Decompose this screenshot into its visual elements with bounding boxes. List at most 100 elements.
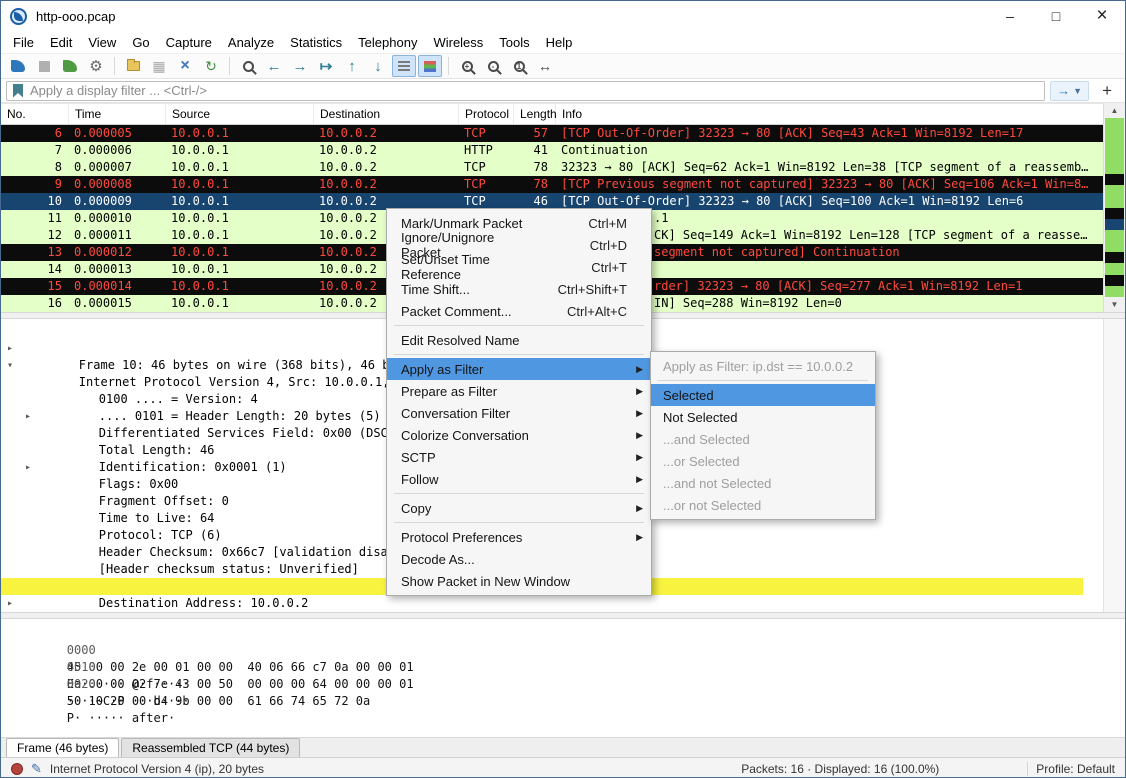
submenu-item-selected[interactable]: Selected bbox=[651, 384, 875, 406]
menu-item-apply-as-filter[interactable]: Apply as Filter ▶ bbox=[387, 358, 651, 380]
start-capture-icon[interactable] bbox=[6, 55, 30, 77]
find-packet-icon[interactable] bbox=[236, 55, 260, 77]
pane-splitter[interactable] bbox=[1, 612, 1125, 619]
submenu-item-or-not-selected[interactable]: ...or not Selected bbox=[651, 494, 875, 516]
minimap-stripe bbox=[1105, 275, 1124, 286]
menubar-item[interactable]: Go bbox=[124, 33, 157, 52]
packet-row[interactable]: 7 0.000006 10.0.0.1 10.0.0.2 HTTP 41 Con… bbox=[1, 142, 1105, 159]
menu-item-sctp[interactable]: SCTP ▶ bbox=[387, 446, 651, 468]
menubar-item[interactable]: View bbox=[80, 33, 124, 52]
column-header[interactable]: Destination bbox=[314, 104, 459, 124]
display-filter-input[interactable]: Apply a display filter ... <Ctrl-/> bbox=[6, 81, 1045, 101]
filter-bookmark-icon[interactable] bbox=[13, 84, 23, 98]
column-header[interactable]: Source bbox=[166, 104, 314, 124]
cell-time: 0.000015 bbox=[69, 295, 166, 312]
submenu-item-and-selected[interactable]: ...and Selected bbox=[651, 428, 875, 450]
minimize-button[interactable]: – bbox=[987, 1, 1033, 31]
column-header[interactable]: No. bbox=[1, 104, 69, 124]
menu-item-conversation-filter[interactable]: Conversation Filter ▶ bbox=[387, 402, 651, 424]
go-to-packet-icon[interactable]: ↦ bbox=[314, 55, 338, 77]
cell-no: 13 bbox=[1, 244, 69, 261]
menubar-item[interactable]: Help bbox=[538, 33, 581, 52]
auto-scroll-icon[interactable] bbox=[392, 55, 416, 77]
packet-row[interactable]: 8 0.000007 10.0.0.1 10.0.0.2 TCP 78 3232… bbox=[1, 159, 1105, 176]
tab-reassembled-tcp[interactable]: Reassembled TCP (44 bytes) bbox=[121, 738, 300, 757]
menu-item-show-packet-in-new-window[interactable]: Show Packet in New Window bbox=[387, 570, 651, 592]
menu-item-decode-as[interactable]: Decode As... bbox=[387, 548, 651, 570]
cell-time: 0.000008 bbox=[69, 176, 166, 193]
filter-apply-button[interactable]: → ▼ bbox=[1050, 81, 1089, 101]
menubar-item[interactable]: Edit bbox=[42, 33, 80, 52]
packet-row[interactable]: 6 0.000005 10.0.0.1 10.0.0.2 TCP 57 [TCP… bbox=[1, 125, 1105, 142]
column-header[interactable]: Protocol bbox=[459, 104, 514, 124]
filter-bar: Apply a display filter ... <Ctrl-/> → ▼ … bbox=[1, 79, 1125, 103]
tab-frame[interactable]: Frame (46 bytes) bbox=[6, 738, 119, 757]
go-forward-icon[interactable]: → bbox=[288, 55, 312, 77]
close-file-icon[interactable]: × bbox=[173, 55, 197, 77]
menubar-item[interactable]: Analyze bbox=[220, 33, 282, 52]
reload-file-icon[interactable]: ↻ bbox=[199, 55, 223, 77]
stop-capture-icon[interactable] bbox=[32, 55, 56, 77]
menubar-item[interactable]: Statistics bbox=[282, 33, 350, 52]
capture-options-icon[interactable]: ⚙ bbox=[84, 55, 108, 77]
menubar-item[interactable]: Wireless bbox=[425, 33, 491, 52]
menu-item-protocol-preferences[interactable]: Protocol Preferences ▶ bbox=[387, 526, 651, 548]
go-last-packet-icon[interactable]: ↓ bbox=[366, 55, 390, 77]
menu-item-copy[interactable]: Copy ▶ bbox=[387, 497, 651, 519]
menu-item-time-shift[interactable]: Time Shift... Ctrl+Shift+T bbox=[387, 278, 651, 300]
cell-info: [TCP Out-Of-Order] 32323 → 80 [ACK] Seq=… bbox=[556, 125, 1105, 142]
menu-item-set-unset-time-reference[interactable]: Set/Unset Time Reference Ctrl+T bbox=[387, 256, 651, 278]
wireshark-app-icon bbox=[10, 8, 27, 25]
menu-item-follow[interactable]: Follow ▶ bbox=[387, 468, 651, 490]
intelligent-scrollbar-minimap[interactable] bbox=[1105, 118, 1124, 297]
add-filter-button-icon[interactable]: + bbox=[1094, 81, 1120, 101]
scroll-down-icon[interactable]: ▼ bbox=[1104, 297, 1125, 312]
menubar-item[interactable]: Tools bbox=[491, 33, 537, 52]
cell-protocol: HTTP bbox=[459, 142, 514, 159]
open-file-icon[interactable] bbox=[121, 55, 145, 77]
save-file-icon[interactable]: ▦ bbox=[147, 55, 171, 77]
resize-columns-icon[interactable]: ↔ bbox=[533, 55, 557, 77]
menubar-item[interactable]: Capture bbox=[158, 33, 220, 52]
packet-list-scrollbar[interactable]: ▲ ▼ bbox=[1103, 103, 1125, 312]
minimap-stripe bbox=[1105, 263, 1124, 274]
minimap-stripe bbox=[1105, 286, 1124, 297]
go-first-packet-icon[interactable]: ↑ bbox=[340, 55, 364, 77]
column-header[interactable]: Time bbox=[69, 104, 166, 124]
menubar-item[interactable]: File bbox=[5, 33, 42, 52]
maximize-button[interactable]: □ bbox=[1033, 1, 1079, 31]
zoom-out-icon[interactable]: - bbox=[481, 55, 505, 77]
details-scrollbar[interactable] bbox=[1103, 319, 1125, 612]
shark-fin-icon bbox=[11, 60, 25, 72]
close-button[interactable]: × bbox=[1079, 1, 1125, 31]
cell-time: 0.000014 bbox=[69, 278, 166, 295]
column-header[interactable]: Length bbox=[514, 104, 556, 124]
menu-item-packet-comment[interactable]: Packet Comment... Ctrl+Alt+C bbox=[387, 300, 651, 322]
hex-offset: 0000 bbox=[67, 642, 109, 659]
submenu-item-and-not-selected[interactable]: ...and not Selected bbox=[651, 472, 875, 494]
minimap-stripe bbox=[1105, 196, 1124, 207]
menu-item-edit-resolved-name[interactable]: Edit Resolved Name bbox=[387, 329, 651, 351]
submenu-item-or-selected[interactable]: ...or Selected bbox=[651, 450, 875, 472]
go-back-icon[interactable]: ← bbox=[262, 55, 286, 77]
zoom-original-icon[interactable]: 1 bbox=[507, 55, 531, 77]
colorize-icon[interactable] bbox=[418, 55, 442, 77]
zoom-in-icon[interactable]: + bbox=[455, 55, 479, 77]
submenu-item-not-selected[interactable]: Not Selected bbox=[651, 406, 875, 428]
hex-row[interactable]: 0000 45 00 00 2e 00 01 00 00 40 06 66 c7… bbox=[9, 625, 1125, 642]
scroll-up-icon[interactable]: ▲ bbox=[1104, 103, 1125, 118]
status-profile[interactable]: Profile: Default bbox=[1036, 762, 1115, 776]
menu-item-prepare-as-filter[interactable]: Prepare as Filter ▶ bbox=[387, 380, 651, 402]
expert-info-icon[interactable] bbox=[11, 763, 23, 775]
menubar-item[interactable]: Telephony bbox=[350, 33, 425, 52]
detail-line[interactable]: ▸ [2 Reassembled TCP Segments (44 bytes)… bbox=[1, 595, 1083, 612]
menu-item-colorize-conversation[interactable]: Colorize Conversation ▶ bbox=[387, 424, 651, 446]
menu-bar: FileEditViewGoCaptureAnalyzeStatisticsTe… bbox=[1, 31, 1125, 53]
capture-comment-icon[interactable]: ✎ bbox=[31, 761, 42, 777]
restart-capture-icon[interactable] bbox=[58, 55, 82, 77]
wireshark-window: http-ooo.pcap – □ × FileEditViewGoCaptur… bbox=[0, 0, 1126, 778]
column-header[interactable]: Info bbox=[556, 104, 1105, 124]
hex-row[interactable]: 0010 0a 00 00 02 7e 43 00 50 00 00 00 64… bbox=[9, 642, 1125, 659]
apply-arrow-icon: → bbox=[1057, 83, 1070, 98]
packet-row[interactable]: 9 0.000008 10.0.0.1 10.0.0.2 TCP 78 [TCP… bbox=[1, 176, 1105, 193]
